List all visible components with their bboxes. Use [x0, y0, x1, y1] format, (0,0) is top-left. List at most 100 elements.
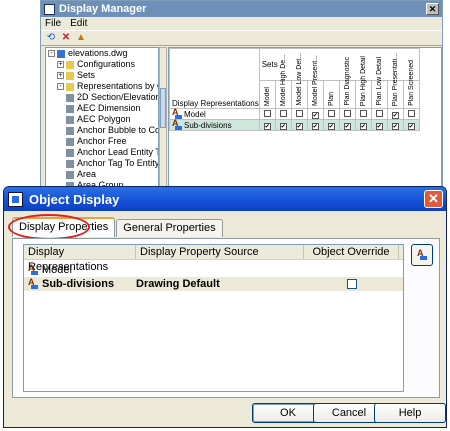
row-model-rep: Model — [42, 264, 72, 276]
grid-column-header[interactable]: Model Low Det... — [290, 53, 308, 110]
grid-column-label: Plan — [327, 91, 335, 106]
grid-checkbox[interactable]: ✔ — [311, 111, 319, 119]
tree-expander-icon[interactable]: + — [57, 72, 64, 79]
col-object-override[interactable]: Object Override — [304, 245, 399, 259]
grid-checkbox[interactable]: ✔ — [391, 122, 399, 130]
tree-item[interactable]: 2D Section/Elevation — [46, 92, 158, 103]
grid-checkbox[interactable]: ✔ — [391, 111, 399, 119]
tree-item[interactable]: Anchor Free — [46, 136, 158, 147]
col-display-representations[interactable]: Display Representations — [24, 245, 136, 273]
purge-icon[interactable]: ▲ — [75, 32, 87, 44]
grid-row: Model ✔ ✔ — [169, 107, 420, 120]
tree-item[interactable]: - Representations by Object — [46, 81, 158, 92]
display-manager-window: Display Manager ✕ File Edit ⟲ ✕ ▲ - eleva… — [40, 0, 443, 198]
refresh-icon[interactable]: ⟲ — [45, 32, 57, 44]
menu-file[interactable]: File — [45, 18, 61, 29]
grid-column-header[interactable]: Model High De... — [274, 54, 292, 110]
grid-cell — [402, 108, 420, 120]
display-properties-icon — [417, 248, 427, 260]
grid-checkbox[interactable] — [407, 109, 415, 117]
list-row-subdivisions[interactable]: Sub-divisions Drawing Default — [24, 277, 403, 291]
grid-column-header[interactable]: Plan — [322, 79, 340, 110]
tree-expander-icon[interactable]: + — [57, 61, 64, 68]
grid-checkbox[interactable] — [279, 109, 287, 117]
grid-checkbox[interactable]: ✔ — [311, 122, 319, 130]
tree-item[interactable]: AEC Polygon — [46, 114, 158, 125]
tree-item[interactable]: Anchor Bubble to Colum — [46, 125, 158, 136]
tree-item[interactable]: AEC Dimension — [46, 103, 158, 114]
tree-item[interactable]: Area — [46, 169, 158, 180]
col-display-property-source[interactable]: Display Property Source — [136, 245, 304, 259]
delete-icon[interactable]: ✕ — [60, 32, 72, 44]
grid-checkbox[interactable]: ✔ — [343, 122, 351, 130]
object-display-title: Object Display — [29, 191, 120, 207]
tree-expander-icon[interactable]: - — [48, 50, 55, 57]
tab-general-properties[interactable]: General Properties — [116, 219, 223, 237]
grid-checkbox[interactable] — [375, 109, 383, 117]
grid-cell: ✔ — [322, 119, 340, 131]
tree-scrollbar[interactable] — [159, 47, 167, 197]
display-rep-icon — [28, 263, 38, 275]
tree-item-label: elevations.dwg — [68, 48, 128, 58]
grid-column-header[interactable]: Model Present... — [306, 55, 324, 110]
display-representations-list[interactable]: Display Representations Display Property… — [23, 244, 404, 392]
display-manager-tree[interactable]: - elevations.dwg + Configurations + Sets - Repr… — [45, 47, 159, 197]
object-override-checkbox[interactable] — [346, 279, 357, 289]
tree-expander-icon[interactable]: - — [57, 83, 64, 90]
grid-column-header[interactable]: Plan Presentati... — [386, 53, 404, 110]
grid-cell: ✔ — [402, 119, 420, 131]
grid-column-header[interactable]: Plan Screened — [402, 60, 420, 110]
list-row-model[interactable]: Model — [24, 263, 403, 277]
grid-column-label: Plan High Detail — [359, 55, 367, 106]
tree-item-label: 2D Section/Elevation — [77, 92, 159, 102]
grid-column-header[interactable]: Model — [258, 79, 276, 110]
tree-item[interactable]: - elevations.dwg — [46, 48, 158, 59]
row-subdivisions-rep: Sub-divisions — [42, 278, 115, 290]
object-type-icon — [66, 126, 74, 135]
display-rep-icon — [172, 118, 182, 130]
grid-column-label: Model — [263, 86, 271, 106]
help-button[interactable]: Help — [374, 403, 446, 423]
grid-column-label: Plan Low Detail — [375, 57, 383, 106]
grid-checkbox[interactable] — [359, 109, 367, 117]
grid-checkbox[interactable]: ✔ — [327, 122, 335, 130]
tab-display-properties[interactable]: Display Properties — [12, 217, 116, 237]
tree-item-label: AEC Dimension — [77, 103, 141, 113]
grid-column-header[interactable]: Plan Diagnostic — [338, 57, 356, 110]
display-rep-icon — [172, 107, 182, 119]
grid-column-header[interactable]: Plan High Detail — [354, 56, 372, 110]
tree-scrollbar-thumb[interactable] — [160, 88, 166, 128]
tree-item-label: Anchor Free — [77, 136, 127, 146]
grid-checkbox[interactable]: ✔ — [295, 122, 303, 130]
tree-item[interactable]: + Sets — [46, 70, 158, 81]
grid-checkbox[interactable]: ✔ — [407, 122, 415, 130]
display-manager-title: Display Manager — [59, 3, 147, 15]
grid-cell: ✔ — [306, 108, 324, 120]
close-icon[interactable]: ✕ — [426, 3, 439, 15]
object-display-app-icon — [8, 191, 23, 207]
grid-checkbox[interactable]: ✔ — [279, 122, 287, 130]
grid-checkbox[interactable]: ✔ — [263, 122, 271, 130]
grid-checkbox[interactable] — [343, 109, 351, 117]
tree-item[interactable]: Anchor Tag To Entity — [46, 158, 158, 169]
grid-checkbox[interactable]: ✔ — [375, 122, 383, 130]
grid-rep-header: Display Representations — [169, 48, 260, 109]
grid-cell — [322, 108, 340, 120]
grid-cell — [290, 108, 308, 120]
grid-row: Sub-divisions ✔ ✔ ✔ ✔ ✔ ✔ ✔ ✔ ✔ ✔ — [169, 118, 420, 131]
grid-checkbox[interactable] — [327, 109, 335, 117]
object-type-icon — [66, 93, 74, 102]
grid-column-label: Plan Screened — [407, 60, 415, 106]
grid-cell: ✔ — [274, 119, 292, 131]
grid-checkbox[interactable]: ✔ — [359, 122, 367, 130]
dialog-close-icon[interactable]: ✕ — [424, 190, 443, 208]
menu-edit[interactable]: Edit — [70, 18, 87, 29]
grid-checkbox[interactable] — [295, 109, 303, 117]
edit-display-properties-button[interactable] — [411, 244, 433, 266]
tree-item[interactable]: + Configurations — [46, 59, 158, 70]
object-type-icon — [66, 148, 74, 157]
grid-column-header[interactable]: Plan Low Detail — [370, 57, 388, 110]
grid-checkbox[interactable] — [263, 109, 271, 117]
grid-cell — [354, 108, 372, 120]
tree-item[interactable]: Anchor Lead Entity To N — [46, 147, 158, 158]
